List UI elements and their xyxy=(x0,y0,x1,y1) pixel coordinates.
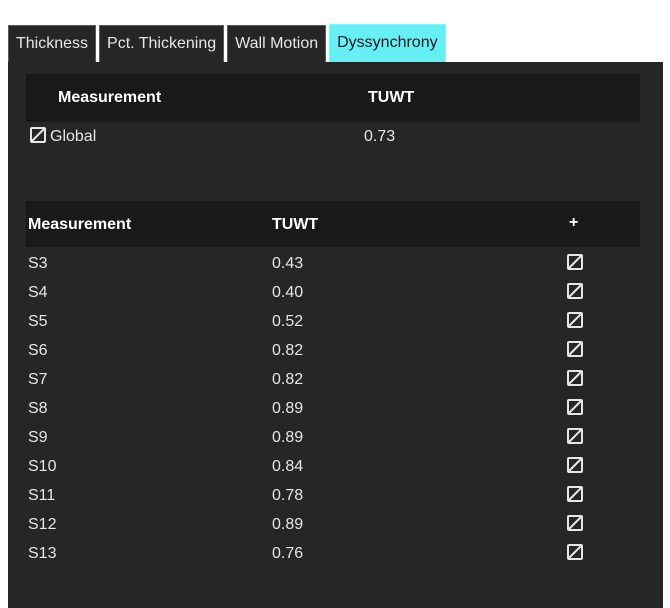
segment-label: S11 xyxy=(28,487,56,504)
segment-value: 0.76 xyxy=(272,545,304,562)
segment-include-checkbox[interactable] xyxy=(567,486,583,507)
tab-bar: Thickness Pct. Thickening Wall Motion Dy… xyxy=(8,24,449,62)
results-panel: Measurement TUWT Global 0.73 Measurement… xyxy=(8,62,663,608)
segment-value: 0.89 xyxy=(272,516,304,533)
segment-label: S10 xyxy=(28,458,57,475)
segment-table-header: Measurement TUWT + xyxy=(26,201,640,247)
checked-box-icon xyxy=(567,399,583,415)
segment-include-checkbox[interactable] xyxy=(567,515,583,536)
segment-value: 0.40 xyxy=(272,284,304,301)
segment-include-checkbox[interactable] xyxy=(567,283,583,304)
segment-table-body: S3 0.43 S4 0.40 S5 0.52 S6 0.82 S7 0.82 S8 0.89 S9 0.… xyxy=(26,250,640,569)
table-row: S13 0.76 xyxy=(26,540,640,569)
segment-col-tuwt: TUWT xyxy=(272,216,319,233)
add-segment-button[interactable]: + xyxy=(569,214,578,232)
segment-label: S7 xyxy=(28,371,48,388)
segment-include-checkbox[interactable] xyxy=(567,457,583,478)
segment-value: 0.84 xyxy=(272,458,304,475)
table-row: S4 0.40 xyxy=(26,279,640,308)
checked-box-icon xyxy=(567,283,583,299)
table-row: S10 0.84 xyxy=(26,453,640,482)
segment-include-checkbox[interactable] xyxy=(567,428,583,449)
segment-label: S3 xyxy=(28,255,48,272)
segment-include-checkbox[interactable] xyxy=(567,399,583,420)
segment-include-checkbox[interactable] xyxy=(567,254,583,275)
checked-box-icon xyxy=(567,254,583,270)
dyssynchrony-app: Thickness Pct. Thickening Wall Motion Dy… xyxy=(0,0,670,608)
table-row: S6 0.82 xyxy=(26,337,640,366)
checked-box-icon xyxy=(567,457,583,473)
segment-value: 0.82 xyxy=(272,342,304,359)
global-label: Global xyxy=(50,128,97,145)
segment-value: 0.43 xyxy=(272,255,304,272)
segment-value: 0.89 xyxy=(272,429,304,446)
segment-label: S4 xyxy=(28,284,48,301)
checked-box-icon xyxy=(30,127,46,143)
tab-pct-thickening[interactable]: Pct. Thickening xyxy=(99,25,225,62)
global-row: Global 0.73 xyxy=(26,124,640,150)
segment-value: 0.89 xyxy=(272,400,304,417)
checked-box-icon xyxy=(567,370,583,386)
segment-include-checkbox[interactable] xyxy=(567,544,583,565)
checked-box-icon xyxy=(567,515,583,531)
segment-label: S9 xyxy=(28,429,48,446)
global-include-checkbox[interactable] xyxy=(30,127,46,148)
global-col-tuwt: TUWT xyxy=(368,89,415,106)
global-value: 0.73 xyxy=(364,128,396,145)
table-row: S7 0.82 xyxy=(26,366,640,395)
global-col-measurement: Measurement xyxy=(58,89,162,106)
table-row: S11 0.78 xyxy=(26,482,640,511)
checked-box-icon xyxy=(567,544,583,560)
checked-box-icon xyxy=(567,428,583,444)
segment-label: S12 xyxy=(28,516,57,533)
segment-label: S8 xyxy=(28,400,48,417)
table-row: S3 0.43 xyxy=(26,250,640,279)
table-row: S12 0.89 xyxy=(26,511,640,540)
global-table-header: Measurement TUWT xyxy=(26,74,640,122)
segment-include-checkbox[interactable] xyxy=(567,341,583,362)
segment-include-checkbox[interactable] xyxy=(567,312,583,333)
segment-label: S13 xyxy=(28,545,57,562)
checked-box-icon xyxy=(567,486,583,502)
tab-wall-motion[interactable]: Wall Motion xyxy=(227,25,327,62)
tab-dyssynchrony[interactable]: Dyssynchrony xyxy=(329,24,446,62)
segment-col-measurement: Measurement xyxy=(28,216,132,233)
segment-include-checkbox[interactable] xyxy=(567,370,583,391)
segment-value: 0.78 xyxy=(272,487,304,504)
checked-box-icon xyxy=(567,341,583,357)
segment-label: S5 xyxy=(28,313,48,330)
segment-value: 0.82 xyxy=(272,371,304,388)
checked-box-icon xyxy=(567,312,583,328)
segment-value: 0.52 xyxy=(272,313,304,330)
tab-thickness[interactable]: Thickness xyxy=(8,25,97,62)
table-row: S9 0.89 xyxy=(26,424,640,453)
table-row: S5 0.52 xyxy=(26,308,640,337)
segment-label: S6 xyxy=(28,342,48,359)
table-row: S8 0.89 xyxy=(26,395,640,424)
